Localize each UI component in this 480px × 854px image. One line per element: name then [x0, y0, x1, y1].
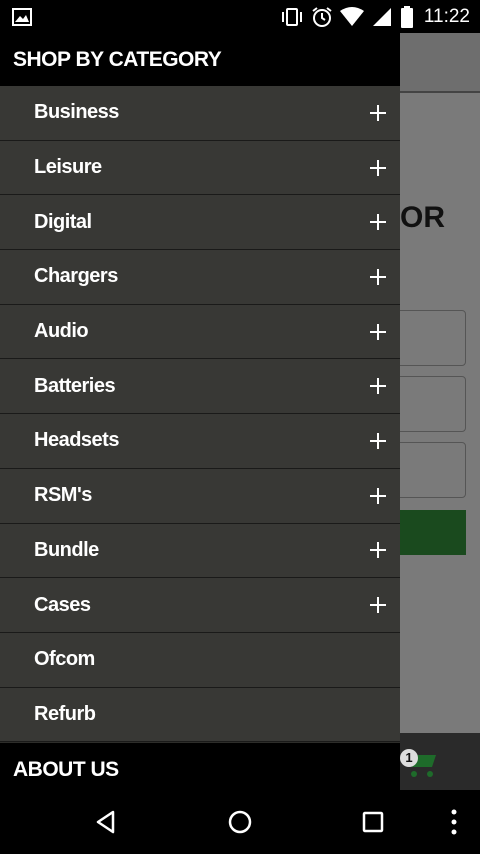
drawer-header: SHOP BY CATEGORY	[0, 33, 400, 86]
expand-plus-icon[interactable]	[370, 159, 388, 177]
wifi-icon	[339, 5, 364, 29]
alarm-icon	[310, 5, 334, 29]
back-icon[interactable]	[88, 804, 124, 840]
overflow-menu-icon[interactable]	[436, 804, 472, 840]
recents-icon[interactable]	[355, 804, 391, 840]
category-label: Ofcom	[34, 648, 95, 671]
category-label: Bundle	[34, 538, 99, 561]
category-label: Leisure	[34, 156, 102, 179]
status-time: 11:22	[423, 6, 470, 27]
category-label: Business	[34, 101, 119, 124]
image-notification-icon	[12, 8, 32, 31]
vibrate-icon	[280, 5, 304, 29]
category-item[interactable]: Business	[0, 86, 400, 141]
category-item[interactable]: Bundle	[0, 523, 400, 579]
expand-plus-icon[interactable]	[370, 432, 388, 450]
cart-count-badge: 1	[400, 749, 418, 767]
category-item[interactable]: Refurb	[0, 687, 400, 743]
home-icon[interactable]	[222, 804, 258, 840]
category-label: Batteries	[34, 374, 116, 397]
category-item[interactable]: Ofcom	[0, 632, 400, 688]
status-bar: 11:22	[0, 0, 480, 33]
expand-plus-icon[interactable]	[370, 541, 388, 559]
background-heading: OR	[400, 201, 445, 234]
category-label: Chargers	[34, 265, 118, 288]
category-label: Refurb	[34, 702, 96, 725]
expand-plus-icon[interactable]	[370, 487, 388, 505]
category-item[interactable]: Leisure	[0, 140, 400, 196]
category-item[interactable]: Batteries	[0, 359, 400, 415]
expand-plus-icon[interactable]	[370, 377, 388, 395]
navigation-bar	[0, 790, 480, 854]
category-item[interactable]: Chargers	[0, 250, 400, 305]
category-list: Business Leisure Digital Chargers Audio Batte…	[0, 86, 400, 743]
signal-icon	[370, 5, 394, 29]
cart-icon: 1	[400, 749, 440, 784]
battery-icon	[400, 5, 414, 29]
category-item[interactable]: Cases	[0, 578, 400, 633]
category-label: RSM's	[34, 484, 92, 507]
expand-plus-icon[interactable]	[370, 104, 388, 122]
category-item[interactable]: RSM's	[0, 468, 400, 524]
category-item[interactable]: Audio	[0, 304, 400, 360]
about-us-link[interactable]: ABOUT US	[0, 743, 400, 790]
navigation-drawer: SHOP BY CATEGORY Business Leisure Digital C…	[0, 33, 400, 790]
category-label: Cases	[34, 593, 91, 616]
category-item[interactable]: Digital	[0, 195, 400, 251]
expand-plus-icon[interactable]	[370, 323, 388, 341]
expand-plus-icon[interactable]	[370, 213, 388, 231]
expand-plus-icon[interactable]	[370, 596, 388, 614]
category-label: Audio	[34, 320, 89, 343]
category-label: Digital	[34, 210, 92, 233]
expand-plus-icon[interactable]	[370, 268, 388, 286]
category-label: Headsets	[34, 429, 119, 452]
category-item[interactable]: Headsets	[0, 414, 400, 469]
